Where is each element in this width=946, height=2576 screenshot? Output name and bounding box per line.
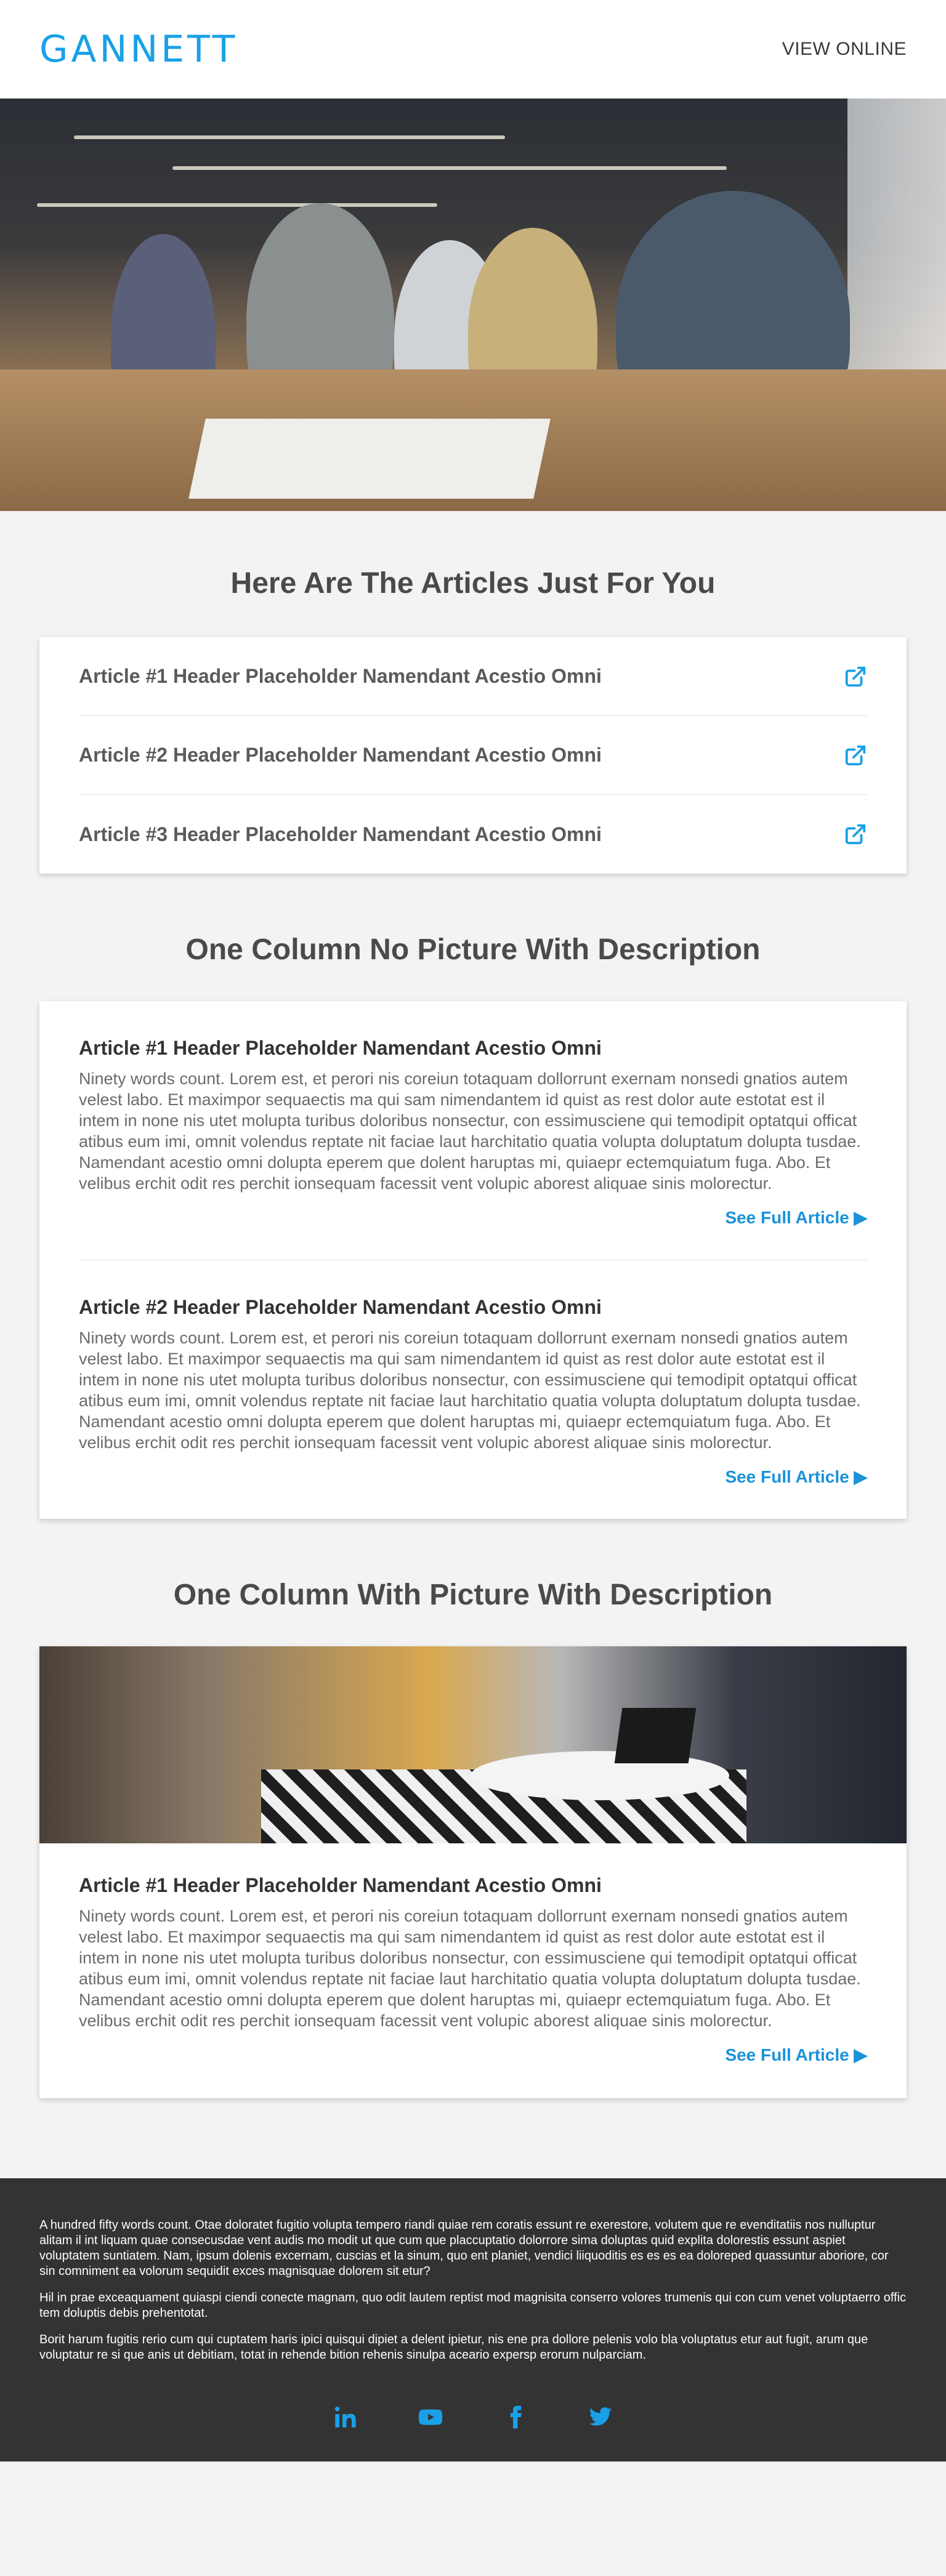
- external-link-icon[interactable]: [844, 823, 867, 846]
- see-full-article-link[interactable]: See Full Article ▶: [79, 2045, 867, 2065]
- article-title[interactable]: Article #3 Header Placeholder Namendant …: [79, 823, 602, 846]
- ceiling-light: [74, 135, 505, 139]
- no-picture-card: Article #1 Header Placeholder Namendant …: [39, 1001, 907, 1519]
- list-item[interactable]: Article #3 Header Placeholder Namendant …: [79, 795, 867, 874]
- list-item[interactable]: Article #2 Header Placeholder Namendant …: [79, 716, 867, 795]
- article-description: Ninety words count. Lorem est, et perori…: [79, 1069, 861, 1193]
- article-description: Ninety words count. Lorem est, et perori…: [79, 1329, 861, 1452]
- article-description: Ninety words count. Lorem est, et perori…: [79, 1907, 861, 2030]
- coffee-table: [471, 1751, 729, 1800]
- article-item: Article #1 Header Placeholder Namendant …: [79, 1001, 867, 1260]
- email-header: GANNETT VIEW ONLINE: [0, 0, 946, 99]
- hero-image: [0, 99, 946, 511]
- article-title[interactable]: Article #1 Header Placeholder Namendant …: [79, 665, 602, 688]
- youtube-icon[interactable]: [418, 2405, 443, 2433]
- article-title: Article #1 Header Placeholder Namendant …: [79, 1037, 602, 1059]
- article-title: Article #2 Header Placeholder Namendant …: [79, 1296, 602, 1318]
- article-title: Article #1 Header Placeholder Namendant …: [79, 1874, 602, 1896]
- twitter-icon[interactable]: [588, 2405, 613, 2433]
- blueprint-paper: [188, 419, 551, 499]
- picture-section-title: One Column With Picture With Description: [173, 1579, 773, 1611]
- article-image[interactable]: [39, 1646, 907, 1843]
- articles-section-title: Here Are The Articles Just For You: [230, 567, 716, 600]
- see-full-article-link[interactable]: See Full Article ▶: [79, 1207, 867, 1228]
- footer-paragraph: Borit harum fugitis rerio cum qui cuptat…: [39, 2333, 868, 2362]
- picture-card: Article #1 Header Placeholder Namendant …: [39, 1646, 907, 2098]
- facebook-icon[interactable]: [503, 2405, 528, 2433]
- view-online-link[interactable]: VIEW ONLINE: [782, 39, 907, 60]
- external-link-icon[interactable]: [844, 665, 867, 688]
- footer-paragraph: A hundred fifty words count. Otae dolora…: [39, 2218, 889, 2278]
- article-item: Article #1 Header Placeholder Namendant …: [79, 1874, 867, 2065]
- ceiling-light: [172, 166, 727, 170]
- social-links: [39, 2400, 907, 2437]
- gannett-logo[interactable]: GANNETT: [39, 28, 238, 71]
- article-title[interactable]: Article #2 Header Placeholder Namendant …: [79, 744, 602, 767]
- article-item: Article #2 Header Placeholder Namendant …: [79, 1260, 867, 1519]
- linkedin-icon[interactable]: [333, 2405, 358, 2433]
- ceiling-light: [37, 203, 437, 207]
- list-item[interactable]: Article #1 Header Placeholder Namendant …: [79, 637, 867, 716]
- external-link-icon[interactable]: [844, 744, 867, 767]
- footer-paragraph: Hil in prae exceaquament quiaspi ciendi …: [39, 2291, 907, 2320]
- laptop: [614, 1708, 697, 1763]
- footer: A hundred fifty words count. Otae dolora…: [0, 2178, 946, 2461]
- no-picture-section-title: One Column No Picture With Description: [185, 933, 761, 966]
- article-body: Article #1 Header Placeholder Namendant …: [39, 1843, 907, 2098]
- articles-list-card: Article #1 Header Placeholder Namendant …: [39, 637, 907, 874]
- see-full-article-link[interactable]: See Full Article ▶: [79, 1467, 867, 1487]
